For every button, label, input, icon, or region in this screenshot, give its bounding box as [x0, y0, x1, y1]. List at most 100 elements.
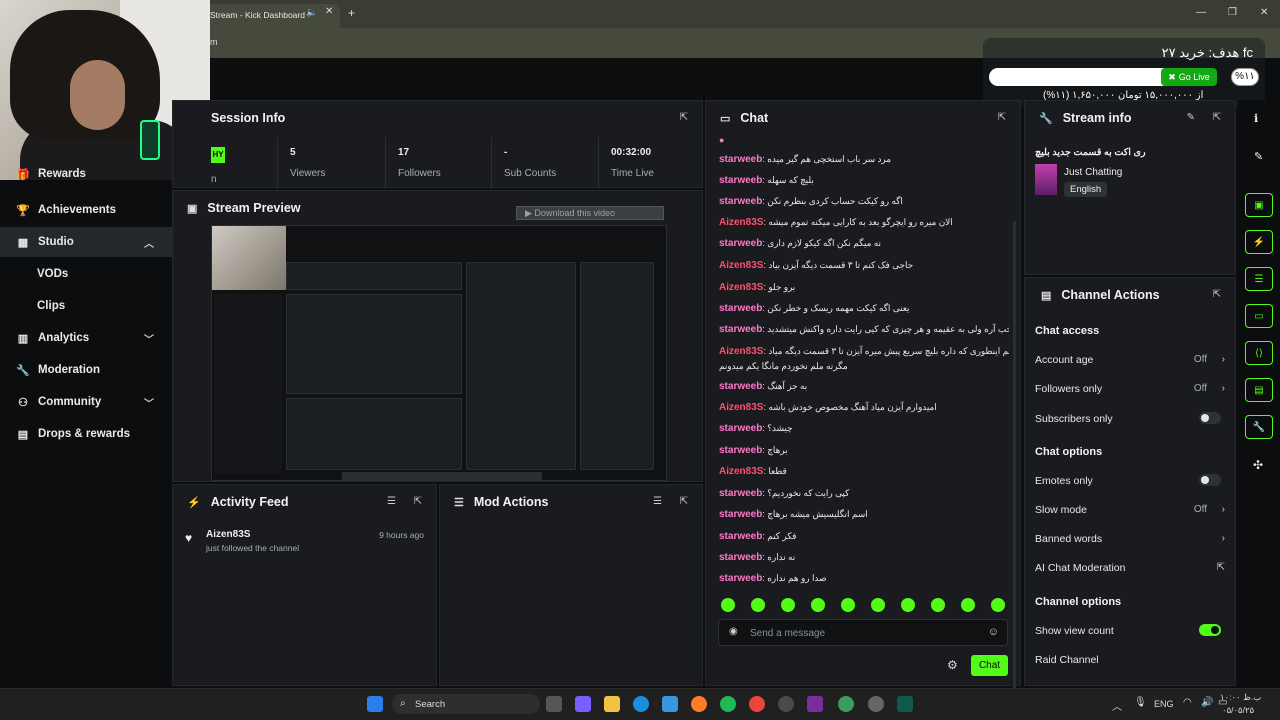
stream-category[interactable]: Just Chatting: [1064, 167, 1122, 178]
copilot-icon[interactable]: [575, 696, 591, 712]
rail-actions-icon[interactable]: ▤: [1245, 378, 1273, 402]
tab-mute-icon[interactable]: 🔈: [306, 7, 317, 18]
chat-username[interactable]: starweeb: [719, 196, 762, 207]
task-view-icon[interactable]: [546, 696, 562, 712]
spotify-icon[interactable]: [720, 696, 736, 712]
emote-button[interactable]: [781, 598, 795, 612]
chat-scrollbar[interactable]: [1013, 221, 1016, 701]
rail-wrench-icon[interactable]: 🔧: [1245, 415, 1273, 439]
emotes-only-toggle[interactable]: [1199, 474, 1221, 486]
store-icon[interactable]: [662, 696, 678, 712]
chat-username[interactable]: starweeb: [719, 573, 762, 584]
chat-input[interactable]: ◉ Send a message ☺: [718, 619, 1008, 646]
sidebar-item-community[interactable]: ⚇ Community ﹀: [0, 387, 172, 417]
chat-username[interactable]: starweeb: [719, 552, 762, 563]
chat-settings-icon[interactable]: ⚙: [947, 658, 958, 672]
sidebar-item-achievements[interactable]: 🏆 Achievements: [0, 195, 172, 225]
banned-words-row[interactable]: Banned words ›: [1035, 533, 1225, 545]
app-green-icon[interactable]: [897, 696, 913, 712]
chat-username[interactable]: starweeb: [719, 445, 762, 456]
activity-user[interactable]: Aizen83S: [206, 529, 250, 540]
obs-icon[interactable]: [778, 696, 794, 712]
chat-username[interactable]: Aizen83S: [719, 346, 763, 357]
chat-username[interactable]: Aizen83S: [719, 282, 763, 293]
sidebar-item-drops[interactable]: ▤ Drops & rewards: [0, 419, 172, 449]
sidebar-item-clips[interactable]: Clips: [37, 300, 65, 312]
go-live-button[interactable]: ✖ Go Live: [1161, 68, 1217, 86]
chat-username[interactable]: Aizen83S: [719, 466, 763, 477]
subscribers-only-toggle[interactable]: [1199, 412, 1221, 424]
emote-button[interactable]: [961, 598, 975, 612]
sidebar-item-vods[interactable]: VODs: [37, 268, 68, 280]
sidebar-item-studio[interactable]: ▦ Studio ︿: [0, 227, 172, 257]
chat-username[interactable]: starweeb: [719, 381, 762, 392]
clock-date[interactable]: ۰۵/۰۵/۲۵: [1222, 705, 1254, 716]
popout-icon[interactable]: ⇱: [998, 112, 1006, 123]
tray-chevron-icon[interactable]: ︿: [1112, 698, 1122, 713]
browser-tab[interactable]: Stream - Kick Dashboard: [200, 4, 340, 28]
rail-chat-icon[interactable]: ▭: [1245, 304, 1273, 328]
chat-username[interactable]: starweeb: [719, 303, 762, 314]
chrome-icon[interactable]: [749, 696, 765, 712]
emote-button[interactable]: [871, 598, 885, 612]
chat-username[interactable]: starweeb: [719, 423, 762, 434]
popout-icon[interactable]: ⇱: [680, 112, 688, 123]
language-indicator[interactable]: ENG: [1154, 699, 1174, 709]
wifi-icon[interactable]: ◠: [1183, 697, 1192, 708]
info-icon[interactable]: ℹ: [1254, 112, 1258, 125]
stream-preview-video[interactable]: [211, 225, 667, 481]
filter-icon[interactable]: ☰: [387, 496, 396, 507]
minimize-button[interactable]: —: [1196, 7, 1206, 18]
maximize-button[interactable]: ❐: [1228, 7, 1237, 18]
taskbar-search[interactable]: ⌕ Search: [392, 694, 540, 714]
tab-close-icon[interactable]: ✕: [325, 6, 333, 17]
app-r-icon[interactable]: [807, 696, 823, 712]
volume-icon[interactable]: 🔊: [1201, 697, 1213, 708]
close-window-button[interactable]: ✕: [1260, 7, 1268, 18]
add-widget-icon[interactable]: ✣: [1253, 458, 1263, 472]
account-age-row[interactable]: Account age Off ›: [1035, 354, 1225, 366]
filter-icon[interactable]: ☰: [653, 496, 662, 507]
chat-username[interactable]: starweeb: [719, 509, 762, 520]
chat-username[interactable]: starweeb: [719, 238, 762, 249]
clock-time[interactable]: ۱۰:۰۰ ب.ظ: [1220, 692, 1261, 703]
chat-username[interactable]: Aizen83S: [719, 217, 763, 228]
chat-username[interactable]: Aizen83S: [719, 260, 763, 271]
chat-username[interactable]: starweeb: [719, 175, 762, 186]
windows-start-icon[interactable]: [367, 696, 383, 712]
app-icon[interactable]: [868, 696, 884, 712]
popout-icon[interactable]: ⇱: [680, 496, 688, 507]
sidebar-item-analytics[interactable]: ▥ Analytics ﹀: [0, 323, 172, 353]
mic-icon[interactable]: 🎙: [1134, 697, 1147, 708]
ai-moderation-row[interactable]: AI Chat Moderation ⇱: [1035, 562, 1225, 574]
new-tab-button[interactable]: +: [348, 6, 355, 20]
chat-username[interactable]: starweeb: [719, 531, 762, 542]
emote-button[interactable]: [931, 598, 945, 612]
followers-only-row[interactable]: Followers only Off ›: [1035, 383, 1225, 395]
rail-preview-icon[interactable]: ▣: [1245, 193, 1273, 217]
file-explorer-icon[interactable]: [604, 696, 620, 712]
popout-icon[interactable]: ⇱: [414, 496, 422, 507]
sidebar-item-rewards[interactable]: 🎁 Rewards: [0, 165, 172, 183]
show-view-count-toggle[interactable]: [1199, 624, 1221, 636]
popout-icon[interactable]: ⇱: [1213, 112, 1221, 123]
popout-icon[interactable]: ⇱: [1213, 289, 1221, 300]
firefox-icon[interactable]: [691, 696, 707, 712]
url-text[interactable]: m: [210, 37, 218, 47]
raid-channel-row[interactable]: Raid Channel: [1035, 654, 1225, 666]
emote-button[interactable]: [721, 598, 735, 612]
download-video-button[interactable]: ▶ Download this video: [516, 206, 664, 220]
pencil-icon[interactable]: ✎: [1254, 150, 1263, 163]
edit-icon[interactable]: ✎: [1187, 112, 1195, 123]
emote-button[interactable]: [991, 598, 1005, 612]
emote-button[interactable]: [811, 598, 825, 612]
emote-button[interactable]: [841, 598, 855, 612]
rail-code-icon[interactable]: ⟨⟩: [1245, 341, 1273, 365]
chrome-active-icon[interactable]: [838, 696, 854, 712]
emoji-icon[interactable]: ☺: [988, 626, 999, 638]
rail-bolt-icon[interactable]: ⚡: [1245, 230, 1273, 254]
edge-icon[interactable]: [633, 696, 649, 712]
emote-button[interactable]: [901, 598, 915, 612]
rail-list-icon[interactable]: ☰: [1245, 267, 1273, 291]
chat-username[interactable]: starweeb: [719, 488, 762, 499]
